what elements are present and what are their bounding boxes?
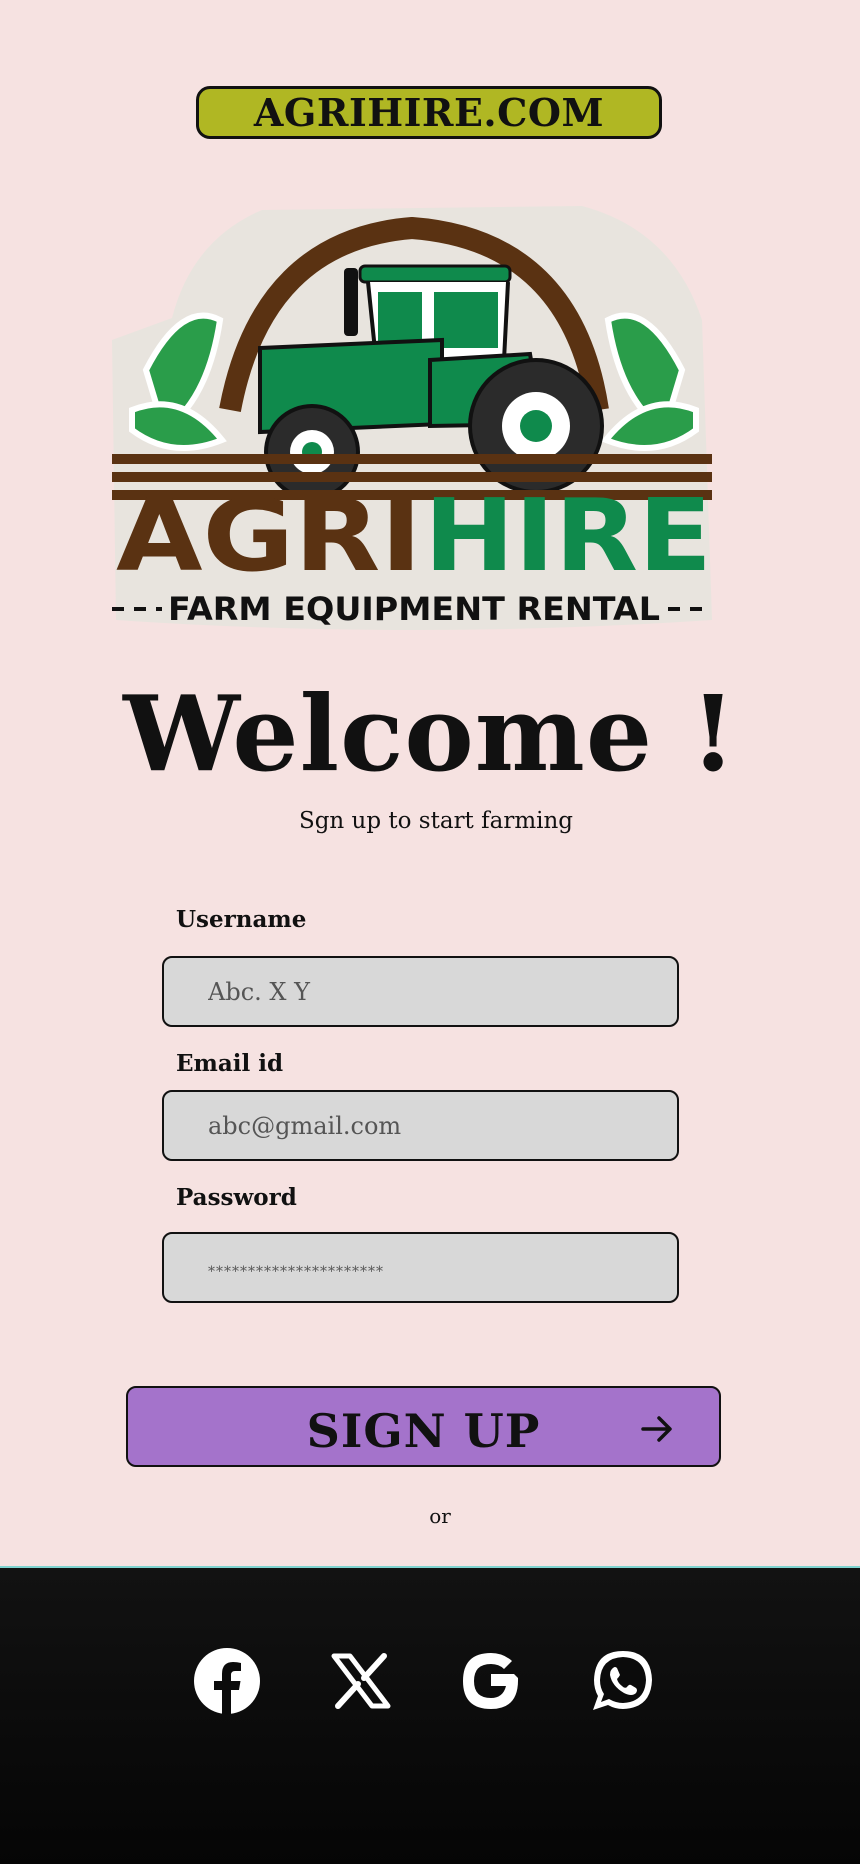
logo-tagline: FARM EQUIPMENT RENTAL	[168, 590, 660, 628]
logo-word-agri: AGRI	[116, 477, 422, 594]
password-label: Password	[176, 1184, 297, 1211]
x-icon[interactable]	[326, 1646, 396, 1716]
sign-up-button[interactable]: SIGN UP	[126, 1386, 721, 1467]
facebook-icon[interactable]	[192, 1646, 262, 1716]
site-badge: AGRIHIRE.COM	[196, 86, 662, 139]
or-divider-text: or	[429, 1504, 451, 1528]
whatsapp-icon[interactable]	[588, 1646, 658, 1716]
arrow-right-icon	[639, 1411, 675, 1447]
email-label: Email id	[176, 1050, 284, 1077]
site-badge-text: AGRIHIRE.COM	[253, 90, 605, 135]
welcome-title: Welcome !	[123, 672, 737, 795]
logo-word-hire: HIRE	[424, 477, 712, 594]
agrihire-logo: AGRI HIRE FARM EQUIPMENT RENTAL	[112, 200, 716, 636]
welcome-subtitle: Sgn up to start farming	[298, 808, 574, 834]
username-label: Username	[176, 906, 307, 933]
password-input[interactable]	[162, 1232, 679, 1303]
social-footer	[0, 1566, 860, 1864]
sign-up-label: SIGN UP	[306, 1404, 541, 1458]
google-icon[interactable]	[456, 1646, 526, 1716]
username-input[interactable]	[162, 956, 679, 1027]
email-input[interactable]	[162, 1090, 679, 1161]
